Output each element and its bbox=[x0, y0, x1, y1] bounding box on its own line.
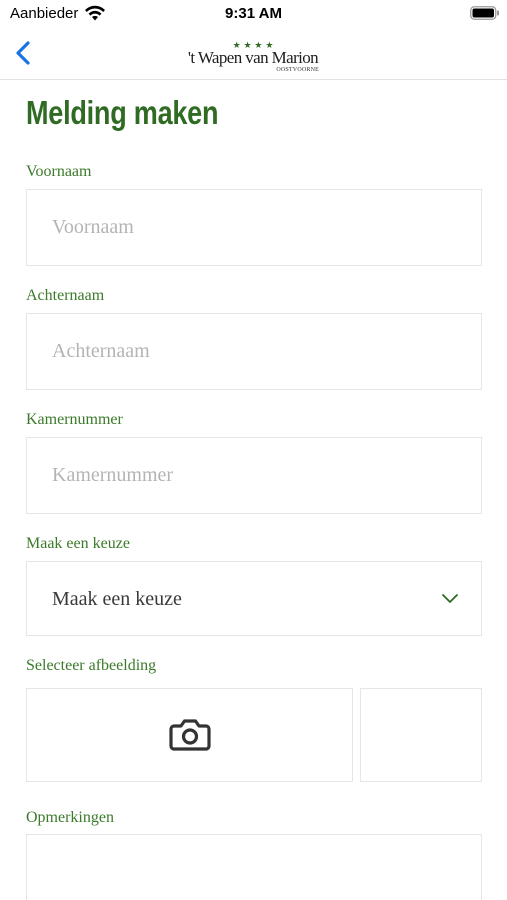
logo-location: OOSTVOORNE bbox=[276, 67, 319, 73]
chevron-left-icon[interactable] bbox=[10, 38, 38, 68]
clock: 9:31 AM bbox=[225, 5, 282, 22]
chevron-down-icon bbox=[442, 594, 458, 603]
room-number-field bbox=[26, 437, 482, 514]
room-number-input[interactable] bbox=[27, 438, 481, 513]
last-name-label: Achternaam bbox=[26, 287, 105, 304]
image-label: Selecteer afbeelding bbox=[26, 657, 157, 674]
navigation-bar: ★ ★ ★ ★ 't Wapen van Marion OOSTVOORNE bbox=[0, 28, 507, 80]
first-name-field bbox=[26, 189, 482, 266]
room-number-label: Kamernummer bbox=[26, 411, 123, 428]
first-name-label: Voornaam bbox=[26, 163, 92, 180]
remarks-label: Opmerkingen bbox=[26, 809, 114, 826]
last-name-field bbox=[26, 313, 482, 390]
page-title: Melding maken bbox=[26, 94, 219, 131]
status-bar: Aanbieder 9:31 AM bbox=[0, 0, 507, 28]
image-picker-button[interactable] bbox=[26, 688, 353, 782]
choice-select[interactable]: Maak een keuze bbox=[26, 561, 482, 636]
choice-label: Maak een keuze bbox=[26, 535, 130, 552]
hotel-logo: ★ ★ ★ ★ 't Wapen van Marion OOSTVOORNE bbox=[188, 41, 320, 73]
remarks-textarea[interactable] bbox=[26, 834, 482, 900]
image-preview bbox=[360, 688, 482, 782]
logo-name: 't Wapen van Marion bbox=[188, 48, 319, 67]
first-name-input[interactable] bbox=[27, 190, 481, 265]
choice-selected-value: Maak een keuze bbox=[52, 588, 182, 610]
battery-icon bbox=[470, 6, 499, 20]
camera-icon bbox=[169, 719, 211, 751]
last-name-input[interactable] bbox=[27, 314, 481, 389]
